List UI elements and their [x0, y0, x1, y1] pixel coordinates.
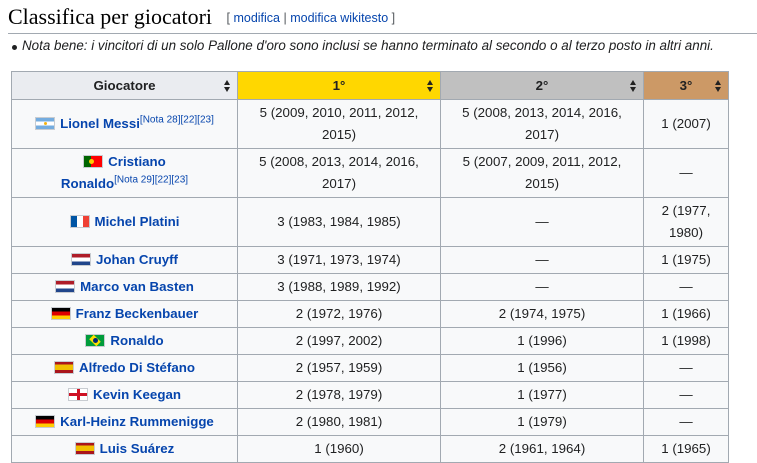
player-link[interactable]: Kevin Keegan	[93, 387, 181, 402]
sort-icon[interactable]	[427, 80, 434, 92]
second-place-cell: —	[440, 246, 644, 274]
flag-brazil-icon	[85, 334, 106, 347]
table-row: Kevin Keegan 2 (1978, 1979) 1 (1977) —	[11, 381, 729, 409]
first-place-cell: 3 (1971, 1973, 1974)	[237, 246, 441, 274]
table-row: Luis Suárez 1 (1960) 2 (1961, 1964) 1 (1…	[11, 435, 729, 463]
table-row: Johan Cruyff 3 (1971, 1973, 1974) — 1 (1…	[11, 246, 729, 274]
flag-spain-icon	[74, 442, 95, 455]
second-place-cell: —	[440, 197, 644, 247]
third-place-cell: —	[643, 381, 729, 409]
player-link[interactable]: Franz Beckenbauer	[76, 306, 199, 321]
sort-icon[interactable]	[630, 80, 637, 92]
flag-portugal-icon	[83, 155, 104, 168]
player-link-line2[interactable]: Ronaldo	[61, 176, 114, 191]
table-row: Marco van Basten 3 (1988, 1989, 1992) — …	[11, 273, 729, 301]
third-place-cell: 2 (1977, 1980)	[643, 197, 729, 247]
player-link[interactable]: Luis Suárez	[100, 441, 175, 456]
note: Nota bene: i vincitori di un solo Pallon…	[12, 38, 714, 53]
second-place-cell: 1 (1996)	[440, 327, 644, 355]
first-place-cell: 2 (1957, 1959)	[237, 354, 441, 382]
first-place-cell: 3 (1988, 1989, 1992)	[237, 273, 441, 301]
table-row: Lionel Messi[Nota 28][22][23] 5 (2009, 2…	[11, 99, 729, 149]
third-place-cell: 1 (1975)	[643, 246, 729, 274]
first-place-cell: 2 (1980, 1981)	[237, 408, 441, 436]
second-place-cell: 1 (1956)	[440, 354, 644, 382]
section-title: Classifica per giocatori	[8, 4, 213, 29]
flag-germany-icon	[50, 307, 71, 320]
column-header-player[interactable]: Giocatore	[11, 71, 238, 100]
third-place-cell: 1 (1965)	[643, 435, 729, 463]
column-header-second[interactable]: 2°	[440, 71, 644, 100]
player-cell: Johan Cruyff	[11, 246, 238, 274]
flag-netherlands-icon	[70, 253, 91, 266]
first-place-cell: 2 (1997, 2002)	[237, 327, 441, 355]
player-cell: Ronaldo	[11, 327, 238, 355]
player-link[interactable]: Alfredo Di Stéfano	[79, 360, 195, 375]
player-link-line1[interactable]: Cristiano	[108, 154, 166, 169]
edit-source-link[interactable]: modifica wikitesto	[290, 11, 388, 25]
column-header-third[interactable]: 3°	[643, 71, 729, 100]
player-cell: Lionel Messi[Nota 28][22][23]	[11, 99, 238, 149]
sort-icon[interactable]	[224, 80, 231, 92]
players-table: Giocatore 1° 2° 3° Lionel Messi[Nota 28]…	[11, 71, 729, 463]
table-row: Cristiano Ronaldo[Nota 29][22][23] 5 (200…	[11, 148, 729, 198]
second-place-cell: 1 (1977)	[440, 381, 644, 409]
second-place-cell: —	[440, 273, 644, 301]
first-place-cell: 3 (1983, 1984, 1985)	[237, 197, 441, 247]
table-row: Ronaldo 2 (1997, 2002) 1 (1996) 1 (1998)	[11, 327, 729, 355]
second-place-cell: 1 (1979)	[440, 408, 644, 436]
table-row: Alfredo Di Stéfano 2 (1957, 1959) 1 (195…	[11, 354, 729, 382]
second-place-cell: 2 (1961, 1964)	[440, 435, 644, 463]
player-cell: Cristiano Ronaldo[Nota 29][22][23]	[11, 148, 238, 198]
edit-link[interactable]: modifica	[233, 11, 280, 25]
player-link[interactable]: Ronaldo	[110, 333, 163, 348]
second-place-cell: 2 (1974, 1975)	[440, 300, 644, 328]
flag-spain-icon	[54, 361, 74, 374]
third-place-cell: 1 (2007)	[643, 99, 729, 149]
player-link[interactable]: Michel Platini	[95, 214, 180, 229]
player-link[interactable]: Johan Cruyff	[96, 252, 178, 267]
player-link[interactable]: Karl-Heinz Rummenigge	[60, 414, 214, 429]
player-cell: Marco van Basten	[11, 273, 238, 301]
second-place-cell: 5 (2008, 2013, 2014, 2016, 2017)	[440, 99, 644, 149]
third-place-cell: 1 (1998)	[643, 327, 729, 355]
table-row: Michel Platini 3 (1983, 1984, 1985) — 2 …	[11, 197, 729, 247]
third-place-cell: —	[643, 354, 729, 382]
flag-argentina-icon	[35, 117, 56, 130]
header-row: Giocatore 1° 2° 3°	[11, 71, 729, 100]
sort-icon[interactable]	[715, 80, 722, 92]
first-place-cell: 2 (1972, 1976)	[237, 300, 441, 328]
first-place-cell: 5 (2008, 2013, 2014, 2016, 2017)	[237, 148, 441, 198]
flag-netherlands-icon	[55, 280, 76, 293]
first-place-cell: 1 (1960)	[237, 435, 441, 463]
section-heading: Classifica per giocatori [ modifica | mo…	[8, 2, 757, 34]
table-row: Franz Beckenbauer 2 (1972, 1976) 2 (1974…	[11, 300, 729, 328]
third-place-cell: —	[643, 148, 729, 198]
player-cell: Alfredo Di Stéfano	[11, 354, 238, 382]
column-header-first[interactable]: 1°	[237, 71, 441, 100]
first-place-cell: 2 (1978, 1979)	[237, 381, 441, 409]
player-cell: Karl-Heinz Rummenigge	[11, 408, 238, 436]
player-link[interactable]: Lionel Messi	[60, 116, 140, 131]
reference-links[interactable]: [Nota 28][22][23]	[140, 115, 214, 126]
table-row: Karl-Heinz Rummenigge 2 (1980, 1981) 1 (…	[11, 408, 729, 436]
edit-section-links: [ modifica | modifica wikitesto ]	[226, 11, 396, 25]
second-place-cell: 5 (2007, 2009, 2011, 2012, 2015)	[440, 148, 644, 198]
flag-germany-icon	[35, 415, 56, 428]
reference-links[interactable]: [Nota 29][22][23]	[114, 175, 188, 186]
player-link[interactable]: Marco van Basten	[80, 279, 194, 294]
third-place-cell: —	[643, 408, 729, 436]
flag-england-icon	[68, 388, 89, 401]
flag-france-icon	[69, 215, 90, 228]
player-cell: Kevin Keegan	[11, 381, 238, 409]
player-cell: Luis Suárez	[11, 435, 238, 463]
player-cell: Michel Platini	[11, 197, 238, 247]
third-place-cell: 1 (1966)	[643, 300, 729, 328]
bullet-icon	[12, 45, 17, 50]
note-text: Nota bene: i vincitori di un solo Pallon…	[22, 38, 714, 53]
first-place-cell: 5 (2009, 2010, 2011, 2012, 2015)	[237, 99, 441, 149]
third-place-cell: —	[643, 273, 729, 301]
player-cell: Franz Beckenbauer	[11, 300, 238, 328]
